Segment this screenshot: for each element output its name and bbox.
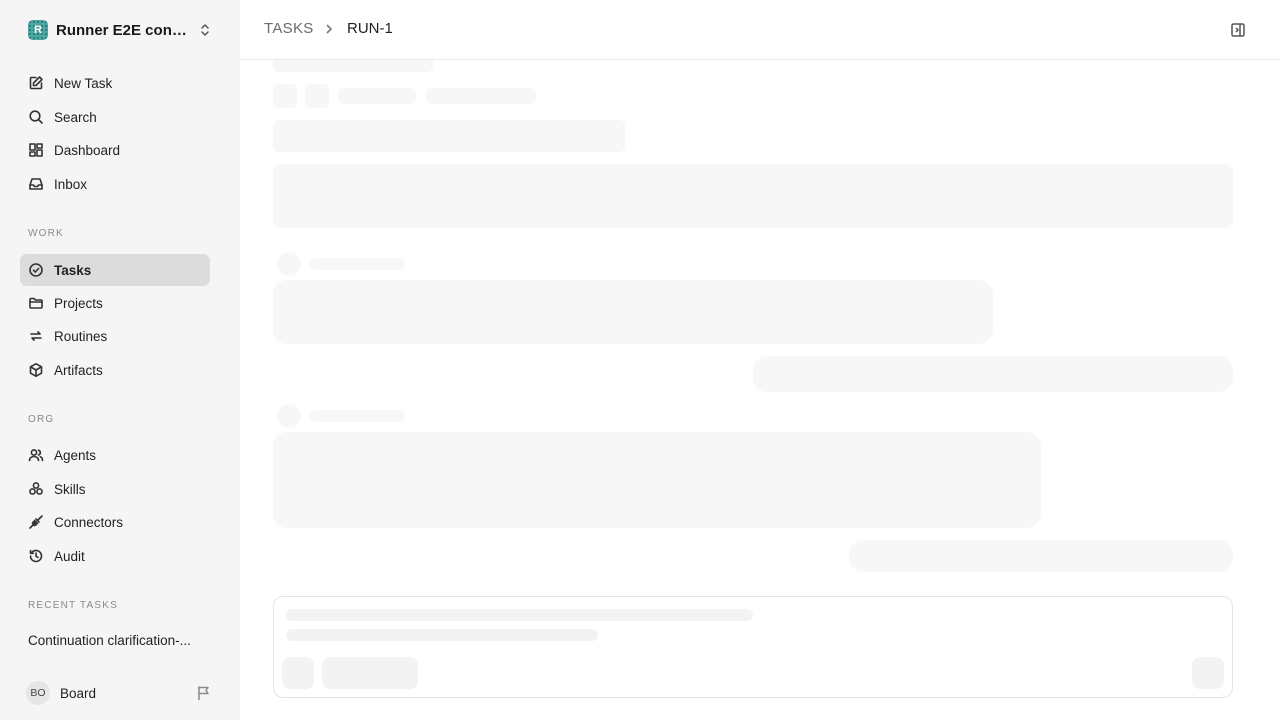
skeleton-block <box>337 88 417 104</box>
skeleton-block <box>273 164 1233 228</box>
nav-projects[interactable]: Projects <box>20 287 210 319</box>
repeat-icon <box>28 328 44 344</box>
nav-new-task[interactable]: New Task <box>20 67 210 99</box>
flag-icon[interactable] <box>196 685 212 701</box>
users-icon <box>28 447 44 463</box>
skeleton-message <box>849 540 1233 572</box>
workspace-logo: R <box>28 20 48 40</box>
avatar: BO <box>26 681 50 705</box>
nav-audit[interactable]: Audit <box>20 540 210 572</box>
nav-artifacts[interactable]: Artifacts <box>20 354 210 386</box>
nav-routines[interactable]: Routines <box>20 320 210 352</box>
history-icon <box>28 548 44 564</box>
dashboard-icon <box>28 142 44 158</box>
nav-label: Connectors <box>54 514 124 530</box>
skeleton-block <box>273 84 297 108</box>
breadcrumb-current: RUN-1 <box>347 20 393 37</box>
nav-inbox[interactable]: Inbox <box>20 168 210 200</box>
skeleton-block <box>273 60 433 72</box>
skeleton-line <box>286 629 598 641</box>
nav-label: Agents <box>54 447 97 463</box>
search-icon <box>28 109 44 125</box>
nav-skills[interactable]: Skills <box>20 473 210 505</box>
user-menu[interactable]: BO Board <box>20 678 220 708</box>
skeleton-button <box>322 657 418 689</box>
folder-icon <box>28 295 44 311</box>
check-circle-icon <box>28 262 44 278</box>
section-label-work: WORK <box>28 228 64 239</box>
skeleton-block <box>309 410 405 422</box>
skeleton-block <box>309 258 405 270</box>
section-label-recent: RECENT TASKS <box>28 600 118 611</box>
nav-label: Projects <box>54 295 103 311</box>
nav-tasks[interactable]: Tasks <box>20 254 210 286</box>
inbox-icon <box>28 176 44 192</box>
chevron-right-icon <box>324 22 334 36</box>
workspace-name: Runner E2E conti... <box>56 21 191 39</box>
nav-label: Audit <box>54 548 85 564</box>
boxes-icon <box>28 481 44 497</box>
skeleton-block <box>425 88 537 104</box>
nav-label: Search <box>54 109 97 125</box>
sidebar: R Runner E2E conti... New Task Search Da… <box>0 0 240 720</box>
skeleton-button <box>1192 657 1224 689</box>
skeleton-avatar <box>277 404 301 428</box>
page-header: TASKS RUN-1 <box>240 0 1280 60</box>
skeleton-line <box>286 609 753 621</box>
skeleton-block <box>305 84 329 108</box>
composer-skeleton <box>273 596 1233 698</box>
skeleton-block <box>273 120 625 152</box>
plug-icon <box>28 514 44 530</box>
user-name: Board <box>60 685 97 701</box>
skeleton-message <box>273 432 1041 528</box>
section-label-org: ORG <box>28 414 55 425</box>
recent-task-item[interactable]: Continuation clarification-... <box>28 633 208 648</box>
panel-toggle-icon[interactable] <box>1230 22 1246 38</box>
chevron-up-down-icon <box>200 23 210 37</box>
nav-dashboard[interactable]: Dashboard <box>20 134 210 166</box>
nav-label: Artifacts <box>54 362 103 378</box>
nav-label: New Task <box>54 75 113 91</box>
nav-label: Tasks <box>54 262 92 278</box>
nav-label: Routines <box>54 328 108 344</box>
nav-search[interactable]: Search <box>20 101 210 133</box>
nav-label: Skills <box>54 481 86 497</box>
skeleton-button <box>282 657 314 689</box>
workspace-switcher[interactable]: R Runner E2E conti... <box>20 14 220 46</box>
nav-label: Dashboard <box>54 142 121 158</box>
edit-icon <box>28 75 44 91</box>
nav-label: Inbox <box>54 176 88 192</box>
nav-connectors[interactable]: Connectors <box>20 506 210 538</box>
skeleton-avatar <box>277 252 301 276</box>
package-icon <box>28 362 44 378</box>
skeleton-message <box>753 356 1233 392</box>
breadcrumb-parent[interactable]: TASKS <box>264 20 314 37</box>
nav-agents[interactable]: Agents <box>20 439 210 471</box>
skeleton-message <box>273 280 993 344</box>
